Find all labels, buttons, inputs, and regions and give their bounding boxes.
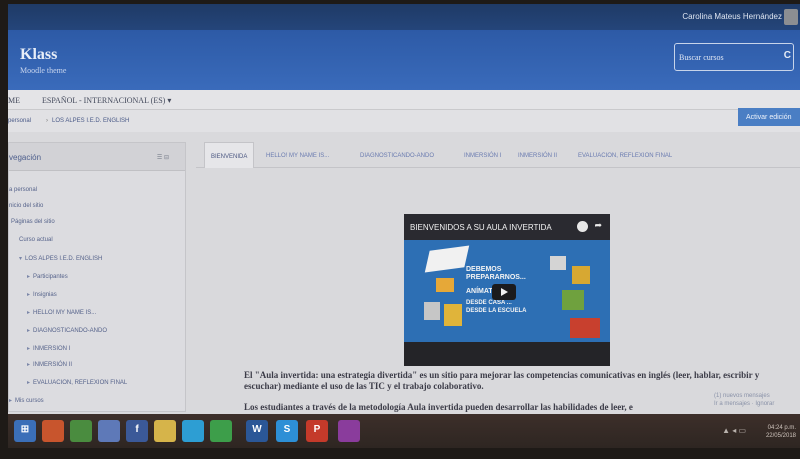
nav-item-site-home[interactable]: nicio del sitio xyxy=(9,203,43,209)
illustration-shape xyxy=(550,256,566,270)
facebook-icon[interactable]: f xyxy=(126,420,148,442)
language-menu[interactable]: ESPAÑOL - INTERNACIONAL (ES) ▾ xyxy=(42,96,171,105)
nav-item-section-hello[interactable]: ▸ HELLO! MY NAME IS... xyxy=(27,309,96,316)
tab-inmersion-2[interactable]: INMERSIÓN II xyxy=(518,142,557,168)
nav-item-site-pages[interactable]: Páginas del sitio xyxy=(11,219,55,225)
video-bottom-bar xyxy=(404,342,610,366)
breadcrumb-item[interactable]: personal xyxy=(8,118,31,124)
nav-item-section-inmersion-1[interactable]: ▸ INMERSION I xyxy=(27,345,70,352)
chevron-right-icon: ▸ xyxy=(27,380,31,386)
skype-icon[interactable] xyxy=(182,420,204,442)
breadcrumb: personal › LOS ALPES I.E.D. ENGLISH xyxy=(8,110,800,132)
tab-inmersion-1[interactable]: INMERSIÓN I xyxy=(464,142,501,168)
nav-item-section-inmersion-2[interactable]: ▸ INMERSIÓN II xyxy=(27,361,72,368)
site-header: Klass Moodle theme C xyxy=(8,30,800,90)
intro-paragraph: El "Aula invertida: una estrategia diver… xyxy=(244,370,760,391)
start-icon[interactable]: ⊞ xyxy=(14,420,36,442)
nav-item-section-evaluacion[interactable]: ▸ EVALUACION, REFLEXION FINAL xyxy=(27,379,127,386)
block-controls-icon[interactable]: ☰ ⊟ xyxy=(157,154,169,161)
media-icon[interactable] xyxy=(42,420,64,442)
system-tray-icon[interactable]: ▲ ◂ ▭ xyxy=(722,426,746,435)
taskbar: ⊞ f W S P ▲ ◂ ▭ 04:24 p.m. 22/05/2018 xyxy=(8,414,800,448)
main-content: BIENVENIDA HELLO! MY NAME IS... DIAGNOST… xyxy=(196,142,800,412)
powerpoint-icon[interactable]: P xyxy=(306,420,328,442)
chrome-icon[interactable] xyxy=(70,420,92,442)
video-text: DESDE LA ESCUELA xyxy=(466,308,527,314)
nav-item-dashboard[interactable]: a personal xyxy=(9,187,37,193)
clock[interactable]: 04:24 p.m. 22/05/2018 xyxy=(766,424,796,440)
illustration-shape xyxy=(424,302,440,320)
share-icon[interactable]: ➦ xyxy=(594,220,602,231)
site-title[interactable]: Klass xyxy=(20,46,57,64)
nav-item-my-courses[interactable]: ▸ Mis cursos xyxy=(9,397,44,404)
avatar[interactable] xyxy=(784,9,798,25)
chevron-right-icon: ▸ xyxy=(27,274,31,280)
word-icon[interactable]: W xyxy=(246,420,268,442)
play-icon[interactable] xyxy=(492,284,516,300)
section-tabs: BIENVENIDA HELLO! MY NAME IS... DIAGNOST… xyxy=(196,142,800,168)
chevron-right-icon: ▸ xyxy=(27,292,31,298)
menu-home[interactable]: ME xyxy=(8,96,20,105)
app-icon[interactable] xyxy=(98,420,120,442)
chevron-right-icon: ▸ xyxy=(27,362,31,368)
chevron-right-icon: ▸ xyxy=(27,310,31,316)
video-text: PREPARARNOS... xyxy=(466,274,526,281)
breadcrumb-item[interactable]: LOS ALPES I.E.D. ENGLISH xyxy=(52,118,129,124)
watch-later-icon[interactable] xyxy=(577,221,588,232)
paper-plane-illustration xyxy=(424,245,470,273)
navigation-header: vegación ☰ ⊟ xyxy=(9,143,185,171)
course-search: C xyxy=(674,43,794,71)
turn-editing-on-button[interactable]: Activar edición xyxy=(738,108,800,126)
chevron-right-icon: ▸ xyxy=(27,346,31,352)
nav-item-section-diagnostico[interactable]: ▸ DIAGNOSTICANDO-ANDO xyxy=(27,327,107,334)
video-title[interactable]: BIENVENIDOS A SU AULA INVERTIDA xyxy=(410,223,552,232)
chrome-window-icon[interactable] xyxy=(210,420,232,442)
illustration-shape xyxy=(436,278,454,292)
tab-evaluacion[interactable]: EVALUACION, REFLEXION FINAL xyxy=(578,142,672,168)
tab-bienvenida[interactable]: BIENVENIDA xyxy=(204,142,255,168)
tab-diagnosticando[interactable]: DIAGNOSTICANDO-ANDO xyxy=(360,142,434,168)
search-input[interactable] xyxy=(675,44,775,70)
message-notification[interactable]: (1) nuevos mensajes Ir a mensajes · Igno… xyxy=(714,392,798,408)
nav-item-badges[interactable]: ▸ Insignias xyxy=(27,291,57,298)
tab-hello[interactable]: HELLO! MY NAME IS... xyxy=(266,142,329,168)
illustration-shape xyxy=(572,266,590,284)
navigation-block: vegación ☰ ⊟ a personal nicio del sitio … xyxy=(8,142,186,412)
search-icon[interactable]: C xyxy=(784,50,791,61)
skype-app-icon[interactable]: S xyxy=(276,420,298,442)
illustration-shape xyxy=(570,318,600,338)
site-subtitle: Moodle theme xyxy=(20,66,67,75)
screen: Carolina Mateus Hernández Klass Moodle t… xyxy=(8,4,800,448)
custom-menu: ME ESPAÑOL - INTERNACIONAL (ES) ▾ xyxy=(8,90,800,110)
chevron-right-icon: ▸ xyxy=(27,328,31,334)
notification-actions[interactable]: Ir a mensajes · Ignorar xyxy=(714,400,798,408)
notification-count: (1) nuevos mensajes xyxy=(714,393,770,399)
folder-icon[interactable] xyxy=(154,420,176,442)
embedded-video[interactable]: BIENVENIDOS A SU AULA INVERTIDA ➦ DEBEMO… xyxy=(404,214,610,366)
video-title-bar: BIENVENIDOS A SU AULA INVERTIDA ➦ xyxy=(404,214,610,240)
chevron-right-icon: ▸ xyxy=(9,398,13,404)
description-paragraph: Los estudiantes a través de la metodolog… xyxy=(244,402,633,412)
user-name[interactable]: Carolina Mateus Hernández xyxy=(682,12,782,21)
illustration-shape xyxy=(562,290,584,310)
nav-item-current-course[interactable]: Curso actual xyxy=(19,237,53,243)
video-text: DESDE CASA ... xyxy=(466,300,512,306)
navigation-title: vegación xyxy=(9,153,42,162)
chevron-down-icon: ▾ xyxy=(19,256,23,262)
breadcrumb-separator: › xyxy=(46,118,48,124)
app-icon[interactable] xyxy=(338,420,360,442)
user-bar: Carolina Mateus Hernández xyxy=(8,4,800,30)
nav-item-course[interactable]: ▾ LOS ALPES I.E.D. ENGLISH xyxy=(19,255,102,262)
illustration-shape xyxy=(444,304,462,326)
nav-item-participants[interactable]: ▸ Participantes xyxy=(27,273,68,280)
video-text: DEBEMOS xyxy=(466,266,502,273)
